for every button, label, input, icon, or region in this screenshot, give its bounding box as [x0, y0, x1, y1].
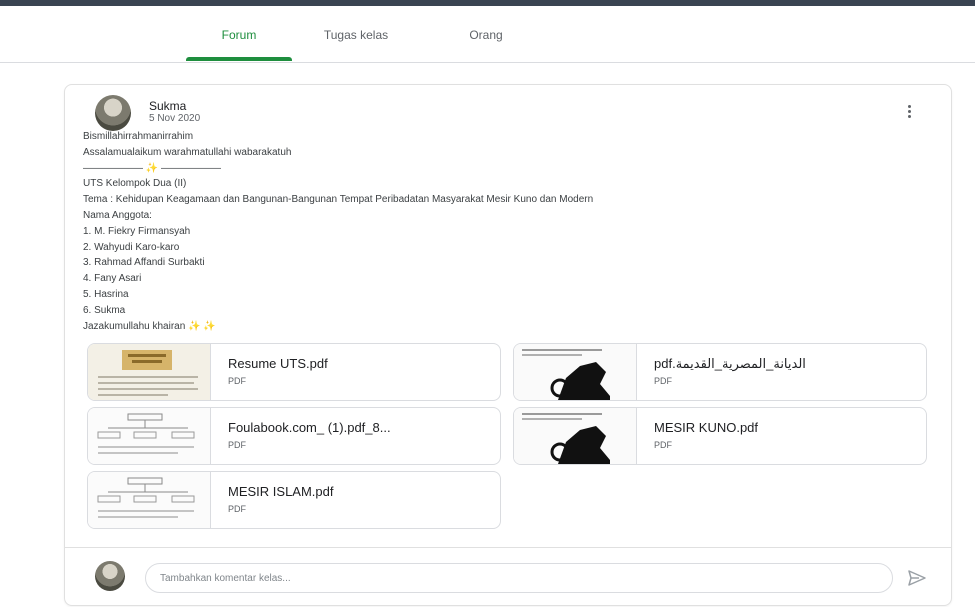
post-line: 1. M. Fiekry Firmansyah — [83, 225, 191, 237]
pdf-thumbnail — [88, 408, 211, 464]
attachment-card[interactable]: pdf.الديانة_المصرية_القديمة PDF — [513, 343, 927, 401]
comment-divider — [65, 547, 951, 548]
more-options-icon[interactable] — [901, 103, 917, 125]
send-icon[interactable] — [907, 569, 927, 587]
attachment-type: PDF — [654, 440, 672, 450]
post-line: 6. Sukma — [83, 304, 126, 316]
author-name: Sukma — [149, 99, 187, 113]
author-avatar[interactable] — [95, 95, 131, 131]
class-tabs: Forum Tugas kelas Orang — [0, 6, 975, 62]
pdf-thumbnail — [514, 344, 637, 400]
attachment-name: MESIR KUNO.pdf — [654, 420, 759, 435]
post-line: Tema : Kehidupan Keagamaan dan Bangunan-… — [83, 194, 594, 206]
post-line: UTS Kelompok Dua (II) — [83, 178, 187, 190]
tab-classwork[interactable]: Tugas kelas — [308, 28, 404, 42]
attachment-card[interactable]: Foulabook.com_ (1).pdf_8... PDF — [87, 407, 501, 465]
attachment-type: PDF — [228, 440, 246, 450]
pdf-thumbnail — [88, 344, 211, 400]
announcement-card: Sukma 5 Nov 2020 Bismillahirrahmanirrahi… — [64, 84, 952, 606]
attachment-name: pdf.الديانة_المصرية_القديمة — [654, 356, 806, 371]
commenter-avatar — [95, 561, 125, 591]
post-line: Bismillahirrahmanirrahim — [83, 131, 194, 142]
attachment-card[interactable]: MESIR KUNO.pdf PDF — [513, 407, 927, 465]
post-line: —————— ✨ —————— — [83, 162, 222, 174]
comment-input[interactable] — [146, 564, 892, 592]
post-line: 3. Rahmad Affandi Surbakti — [83, 257, 205, 269]
attachment-type: PDF — [228, 376, 246, 386]
attachment-name: Resume UTS.pdf — [228, 356, 328, 371]
post-body: Bismillahirrahmanirrahim Assalamualaikum… — [83, 129, 923, 334]
tabs-divider — [0, 62, 975, 63]
tab-people[interactable]: Orang — [450, 28, 522, 42]
attachment-type: PDF — [654, 376, 672, 386]
post-line: 2. Wahyudi Karo-karo — [83, 241, 180, 253]
pdf-thumbnail — [514, 408, 637, 464]
post-date: 5 Nov 2020 — [149, 113, 201, 124]
pdf-thumbnail — [88, 472, 211, 528]
attachment-card[interactable]: Resume UTS.pdf PDF — [87, 343, 501, 401]
comment-field[interactable] — [145, 563, 893, 593]
post-line: Nama Anggota: — [83, 209, 152, 221]
post-line: 4. Fany Asari — [83, 273, 142, 285]
post-line: Assalamualaikum warahmatullahi wabarakat… — [83, 146, 292, 158]
attachment-type: PDF — [228, 504, 246, 514]
post-line: 5. Hasrina — [83, 288, 129, 300]
post-line: Jazakumullahu khairan ✨ ✨ — [83, 320, 216, 332]
tab-forum[interactable]: Forum — [186, 28, 292, 42]
active-tab-indicator — [186, 57, 292, 61]
attachment-name: MESIR ISLAM.pdf — [228, 484, 334, 499]
attachment-name: Foulabook.com_ (1).pdf_8... — [228, 420, 391, 435]
attachment-card[interactable]: MESIR ISLAM.pdf PDF — [87, 471, 501, 529]
